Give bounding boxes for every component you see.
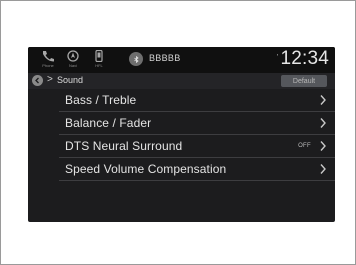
hfl-label: HFL xyxy=(95,63,103,68)
divider xyxy=(59,180,335,181)
bluetooth-icon xyxy=(133,55,139,63)
menu-item-balance-fader[interactable]: Balance / Fader xyxy=(28,112,335,135)
phone-label: Phone xyxy=(42,63,54,68)
navigation-label: Navi xyxy=(68,63,77,68)
menu-item-dts-neural-surround[interactable]: DTS Neural Surround OFF xyxy=(28,135,335,158)
menu-item-bass-treble[interactable]: Bass / Treble xyxy=(28,89,335,112)
back-button[interactable] xyxy=(32,75,43,86)
chevron-right-icon xyxy=(320,95,326,105)
back-arrow-icon xyxy=(35,77,39,84)
page-title: Sound xyxy=(57,75,84,85)
infotainment-screen: Phone Navi HFL BBBBB ' 12:34 > Sound Def… xyxy=(28,47,335,222)
menu-item-speed-volume-compensation[interactable]: Speed Volume Compensation xyxy=(28,158,335,181)
navigation-shortcut[interactable]: Navi xyxy=(63,50,83,70)
chevron-right-icon xyxy=(320,164,326,174)
settings-menu: Bass / Treble Balance / Fader DTS Neural… xyxy=(28,89,335,181)
clock[interactable]: 12:34 xyxy=(280,48,329,70)
menu-item-label: Bass / Treble xyxy=(65,93,137,107)
menu-item-label: Speed Volume Compensation xyxy=(65,162,227,176)
navigation-icon xyxy=(67,50,79,62)
phone-icon xyxy=(43,51,54,62)
audio-source-name: BBBBB xyxy=(149,53,181,63)
signal-indicator: ' xyxy=(277,54,279,61)
menu-item-label: Balance / Fader xyxy=(65,116,152,130)
header-bar: > Sound Default xyxy=(28,73,335,89)
default-button[interactable]: Default xyxy=(281,75,327,87)
hfl-icon xyxy=(95,50,103,62)
menu-item-label: DTS Neural Surround xyxy=(65,139,183,153)
status-bar: Phone Navi HFL BBBBB ' 12:34 xyxy=(28,47,335,73)
chevron-right-icon xyxy=(320,118,326,128)
chevron-right-icon xyxy=(320,141,326,151)
hfl-shortcut[interactable]: HFL xyxy=(89,50,109,70)
audio-source-button[interactable] xyxy=(129,52,143,66)
phone-shortcut[interactable]: Phone xyxy=(38,50,58,70)
menu-item-value: OFF xyxy=(298,143,311,149)
figure-frame: Phone Navi HFL BBBBB ' 12:34 > Sound Def… xyxy=(0,0,356,265)
breadcrumb-arrow: > xyxy=(47,74,53,85)
